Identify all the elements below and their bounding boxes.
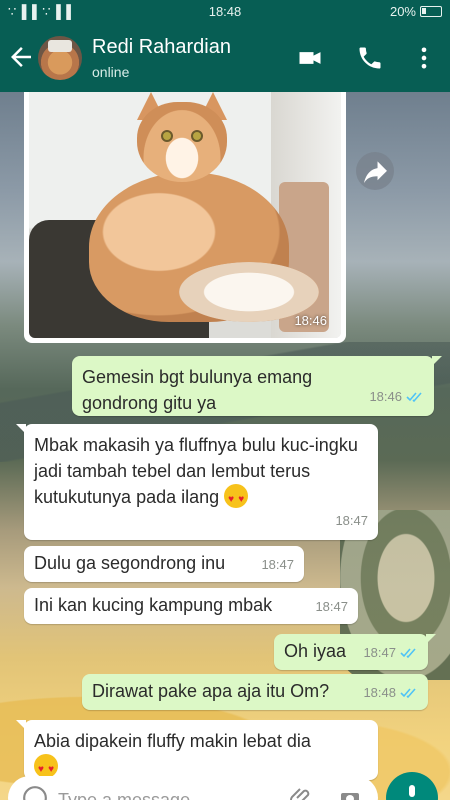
message-bubble-incoming[interactable]: Dulu ga segondrong inu 18:47 bbox=[24, 546, 304, 582]
message-bubble-outgoing[interactable]: Dirawat pake apa aja itu Om? 18:48 bbox=[82, 674, 428, 710]
heart-eyes-emoji-icon bbox=[224, 484, 249, 513]
read-ticks-icon bbox=[400, 688, 416, 699]
message-time: 18:46 bbox=[369, 389, 402, 404]
read-ticks-icon bbox=[400, 648, 416, 659]
message-text: Dulu ga segondrong inu bbox=[34, 553, 226, 573]
back-arrow-icon[interactable] bbox=[6, 42, 36, 72]
more-vert-icon[interactable] bbox=[410, 44, 438, 72]
status-bar: ∵▐▐ ∵▐▐ 18:48 20% bbox=[0, 0, 450, 24]
camera-icon[interactable] bbox=[338, 786, 362, 800]
message-text: Mbak makasih ya fluffnya bulu kuc-ingku … bbox=[34, 435, 358, 507]
message-time: 18:48 bbox=[363, 685, 396, 700]
heart-eyes-emoji-icon bbox=[34, 754, 58, 783]
image-message-bubble[interactable]: 18:46 bbox=[24, 92, 346, 343]
message-input[interactable]: Type a message bbox=[58, 790, 190, 800]
message-text: Dirawat pake apa aja itu Om? bbox=[92, 681, 330, 701]
message-text: Abia dipakein fluffy makin lebat dia bbox=[34, 731, 311, 751]
phone-icon[interactable] bbox=[356, 44, 384, 72]
status-time: 18:48 bbox=[208, 4, 242, 19]
message-text: Gemesin bgt bulunya emang gondrong gitu … bbox=[82, 367, 313, 413]
contact-status: online bbox=[92, 64, 130, 80]
contact-name[interactable]: Redi Rahardian bbox=[92, 36, 231, 59]
message-time: 18:47 bbox=[261, 557, 294, 572]
read-ticks-icon bbox=[406, 392, 422, 403]
message-time: 18:47 bbox=[315, 599, 348, 614]
message-time: 18:47 bbox=[335, 513, 368, 528]
mic-icon bbox=[409, 785, 415, 797]
message-bubble-incoming[interactable]: Mbak makasih ya fluffnya bulu kuc-ingku … bbox=[16, 424, 378, 540]
message-bubble-outgoing[interactable]: Gemesin bgt bulunya emang gondrong gitu … bbox=[72, 356, 442, 416]
message-bubble-incoming[interactable]: Abia dipakein fluffy makin lebat dia bbox=[16, 720, 378, 783]
emoji-icon[interactable] bbox=[22, 785, 48, 800]
message-bubble-incoming[interactable]: Ini kan kucing kampung mbak 18:47 bbox=[24, 588, 358, 624]
message-text: Oh iyaa bbox=[284, 641, 347, 661]
image-timestamp: 18:46 bbox=[294, 313, 327, 328]
share-forward-button[interactable] bbox=[356, 152, 394, 190]
message-bubble-outgoing[interactable]: Oh iyaa 18:47 bbox=[274, 634, 436, 670]
message-input-bar[interactable]: Type a message bbox=[8, 776, 378, 800]
avatar[interactable] bbox=[38, 36, 82, 80]
share-forward-icon bbox=[364, 161, 387, 183]
battery-icon bbox=[420, 6, 442, 17]
battery-percent: 20% bbox=[389, 4, 416, 19]
chat-header: Redi Rahardian online bbox=[0, 24, 450, 92]
video-call-icon[interactable] bbox=[296, 44, 324, 72]
message-text: Ini kan kucing kampung mbak bbox=[34, 595, 273, 615]
attach-icon[interactable] bbox=[290, 786, 314, 800]
cat-photo[interactable]: 18:46 bbox=[29, 92, 341, 338]
message-time: 18:47 bbox=[363, 645, 396, 660]
